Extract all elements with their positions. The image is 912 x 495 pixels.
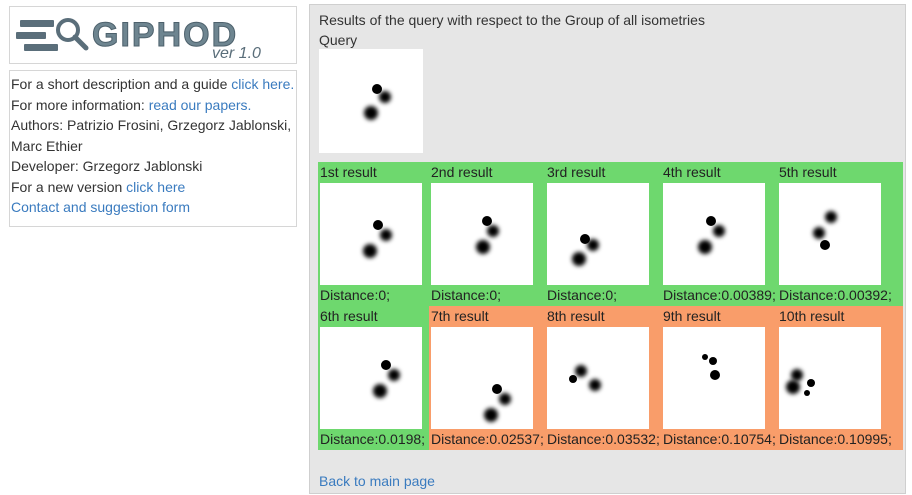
blob-shape — [820, 240, 830, 250]
result-label: 10th result — [779, 308, 845, 324]
result-image — [779, 327, 881, 429]
new-version-link[interactable]: click here — [126, 179, 185, 195]
blob-shape — [575, 365, 587, 377]
result-label: 1st result — [320, 164, 377, 180]
blob-shape — [381, 360, 391, 370]
info-box: For a short description and a guide clic… — [9, 70, 297, 227]
result-distance: Distance:0.10995; — [779, 431, 892, 447]
result-label: 6th result — [320, 308, 378, 324]
blob-shape — [702, 354, 708, 360]
developer-text: Developer: Grzegorz Jablonski — [11, 158, 203, 174]
blob-shape — [569, 375, 577, 383]
blob-shape — [492, 384, 502, 394]
blob-shape — [476, 240, 490, 254]
blob-shape — [706, 216, 716, 226]
papers-link[interactable]: read our papers. — [149, 97, 252, 113]
blob-shape — [373, 220, 383, 230]
result-image — [547, 327, 649, 429]
result-cell: 1st result Distance:0; — [318, 162, 429, 306]
result-cell: 7th result Distance:0.02537; — [429, 306, 545, 450]
results-panel: Results of the query with respect to the… — [309, 4, 906, 494]
results-grid: 1st result Distance:0; 2nd result Distance… — [318, 162, 903, 450]
blob-shape — [589, 379, 601, 391]
guide-link[interactable]: click here. — [231, 76, 294, 92]
result-cell: 8th result Distance:0.03532; — [545, 306, 661, 450]
sidebar: GIPHOD ver 1.0 For a short description a… — [9, 6, 297, 227]
blob-shape — [825, 211, 837, 223]
results-row-2: 6th result Distance:0.0198; 7th result Dis… — [318, 306, 903, 450]
result-distance: Distance:0.02537; — [431, 431, 544, 447]
guide-line: For a short description and a guide clic… — [11, 76, 295, 92]
blob-shape — [499, 393, 511, 405]
result-cell: 4th result Distance:0.00389; — [661, 162, 777, 306]
result-image — [663, 183, 765, 285]
result-cell: 3rd result Distance:0; — [545, 162, 661, 306]
blob-shape — [363, 244, 377, 258]
blob-shape — [380, 229, 392, 241]
logo: GIPHOD ver 1.0 — [9, 6, 297, 64]
query-label: Query — [319, 32, 358, 48]
result-image — [779, 183, 881, 285]
results-title: Results of the query with respect to the… — [319, 12, 705, 28]
result-image — [547, 183, 649, 285]
result-distance: Distance:0.0198; — [320, 431, 426, 447]
result-distance: Distance:0.00389; — [663, 287, 776, 303]
result-label: 9th result — [663, 308, 721, 324]
result-distance: Distance:0.03532; — [547, 431, 660, 447]
blob-shape — [804, 390, 810, 396]
result-cell: 10th result Distance:0.10995; — [777, 306, 903, 450]
papers-line: For more information: read our papers. — [11, 96, 252, 113]
blob-shape — [484, 408, 498, 422]
blob-shape — [482, 216, 492, 226]
result-distance: Distance:0; — [431, 287, 502, 303]
giphod-logo-icon: GIPHOD ver 1.0 — [16, 16, 261, 60]
new-version-line: For a new version click here — [11, 178, 186, 195]
blob-shape — [698, 240, 712, 254]
contact-form-link[interactable]: Contact and suggestion form — [11, 197, 296, 218]
result-distance: Distance:0; — [320, 287, 391, 303]
blob-shape — [379, 91, 391, 103]
blob-shape — [587, 239, 599, 251]
blob-shape — [388, 369, 400, 381]
logo-version: ver 1.0 — [212, 45, 261, 60]
result-cell: 6th result Distance:0.0198; — [318, 306, 429, 450]
blob-shape — [786, 380, 800, 394]
result-image — [663, 327, 765, 429]
authors-text: Authors: Patrizio Frosini, Grzegorz Jabl… — [11, 117, 292, 154]
results-header: Results of the query with respect to the… — [319, 10, 705, 50]
query-image — [319, 49, 423, 153]
blob-shape — [487, 225, 499, 237]
result-cell: 2nd result Distance:0; — [429, 162, 545, 306]
result-image — [431, 327, 533, 429]
blob-shape — [572, 252, 586, 266]
result-distance: Distance:0.10754; — [663, 431, 776, 447]
result-label: 8th result — [547, 308, 605, 324]
result-label: 3rd result — [547, 164, 606, 180]
blob-shape — [813, 227, 825, 239]
result-cell: 9th result Distance:0.10754; — [661, 306, 777, 450]
result-distance: Distance:0; — [547, 287, 618, 303]
result-label: 4th result — [663, 164, 721, 180]
result-label: 2nd result — [431, 164, 493, 180]
result-image — [320, 327, 422, 429]
results-row-1: 1st result Distance:0; 2nd result Distance… — [318, 162, 903, 306]
result-image — [431, 183, 533, 285]
blob-shape — [709, 357, 717, 365]
result-image — [320, 183, 422, 285]
result-distance: Distance:0.00392; — [779, 287, 892, 303]
result-cell: 5th result Distance:0.00392; — [777, 162, 903, 306]
result-label: 5th result — [779, 164, 837, 180]
back-to-main-link[interactable]: Back to main page — [319, 473, 435, 489]
blob-shape — [791, 369, 803, 381]
blob-shape — [713, 225, 725, 237]
blob-shape — [372, 84, 382, 94]
blob-shape — [807, 379, 815, 387]
blob-shape — [364, 106, 378, 120]
result-label: 7th result — [431, 308, 489, 324]
blob-shape — [710, 370, 720, 380]
blob-shape — [373, 384, 387, 398]
